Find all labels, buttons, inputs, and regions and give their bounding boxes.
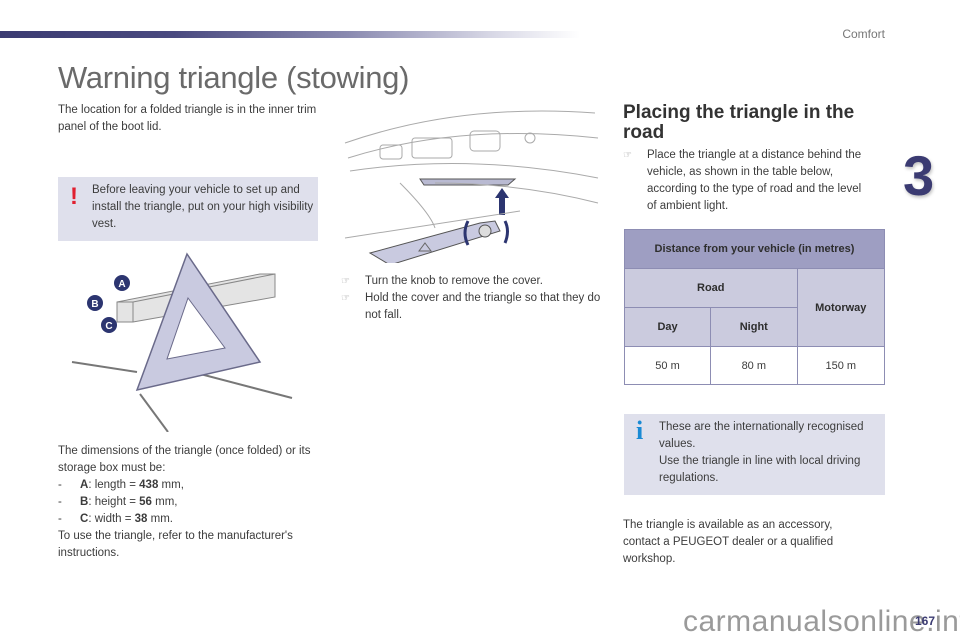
rotate-arrow-icon [503, 220, 509, 244]
intro-text: The location for a folded triangle is in… [58, 104, 317, 133]
svg-text:B: B [91, 299, 98, 310]
distance-table: Distance from your vehicle (in metres) R… [623, 229, 886, 385]
arrow-up-icon [495, 188, 509, 215]
pointing-hand-icon: ☞ [341, 276, 350, 287]
value-night: 80 m [710, 346, 798, 385]
value-day: 50 m [623, 346, 712, 385]
header-day: Day [623, 307, 712, 347]
header-night: Night [710, 307, 798, 347]
value-motorway: 150 m [796, 346, 886, 385]
table-caption: Distance from your vehicle (in metres) [624, 229, 885, 269]
header-road: Road [624, 268, 798, 308]
warning-note: ! Before leaving your vehicle to set up … [58, 177, 318, 241]
header-bar [0, 31, 580, 38]
info-line-1: These are the internationally recognised… [659, 421, 864, 450]
warning-text: Before leaving your vehicle to set up an… [92, 184, 314, 230]
pointing-hand-icon: ☞ [341, 293, 350, 304]
chapter-number: 3 [903, 144, 935, 207]
steps-list: ☞ Turn the knob to remove the cover. ☞ Hol… [341, 273, 603, 324]
placement-step: ☞ Place the triangle at a distance behind… [623, 149, 862, 212]
dimension-item-b: - B: height = 56 mm, [58, 496, 178, 508]
svg-text:C: C [105, 321, 112, 332]
pointing-hand-icon: ☞ [623, 150, 632, 161]
label-c-badge: C [101, 317, 117, 333]
info-note: i These are the internationally recognis… [624, 414, 885, 495]
exclamation-icon: ! [70, 183, 78, 210]
boot-lid-illustration [344, 110, 599, 263]
dimension-item-c: - C: width = 38 mm. [58, 513, 174, 525]
page-number: 167 [915, 614, 936, 628]
page-title: Warning triangle (stowing) [58, 60, 410, 95]
triangle-illustration: A B C [71, 252, 293, 432]
step-item: ☞ Turn the knob to remove the cover. [341, 273, 603, 290]
dimension-item-a: - A: length = 438 mm, [58, 479, 184, 491]
label-b-badge: B [87, 295, 103, 311]
section-label: Comfort [842, 27, 885, 41]
info-icon: i [636, 416, 644, 445]
dimensions-block: The dimensions of the triangle (once fol… [58, 443, 323, 562]
label-a-badge: A [114, 275, 130, 291]
dimensions-intro: The dimensions of the triangle (once fol… [58, 445, 311, 474]
svg-text:A: A [118, 279, 125, 290]
table-row: 50 m 80 m 150 m [623, 346, 886, 385]
accessory-text: The triangle is available as an accessor… [623, 519, 834, 565]
step-item: ☞ Hold the cover and the triangle so that… [341, 292, 601, 321]
section-heading: Placing the triangle in the road [623, 102, 855, 143]
dimensions-outro: To use the triangle, refer to the manufa… [58, 530, 293, 559]
header-motorway: Motorway [796, 268, 886, 347]
info-line-2: Use the triangle in line with local driv… [659, 455, 861, 484]
